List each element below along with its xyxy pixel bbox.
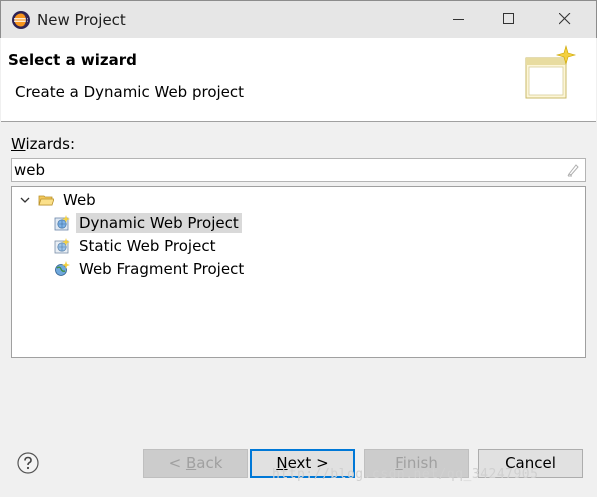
folder-open-icon <box>38 192 55 208</box>
back-button-label: ack <box>196 454 223 472</box>
back-button-prefix: < <box>168 454 186 472</box>
wizard-header: Select a wizard Create a Dynamic Web pro… <box>1 38 596 122</box>
page-title: Select a wizard <box>8 51 137 69</box>
wizards-label-text: izards: <box>25 135 76 153</box>
web-fragment-project-icon <box>54 261 70 277</box>
back-button[interactable]: < Back <box>143 449 248 478</box>
wizard-tree[interactable]: Web Dynamic Web Project Static Web Proje… <box>11 186 586 358</box>
maximize-icon <box>503 13 514 24</box>
wizards-label-mnemonic: W <box>11 135 26 153</box>
tree-item-dynamic-web-project[interactable]: Dynamic Web Project <box>54 212 242 234</box>
tree-node-web[interactable]: Web <box>18 189 99 211</box>
page-description: Create a Dynamic Web project <box>15 83 245 101</box>
filter-input[interactable] <box>14 160 554 180</box>
tree-node-label: Web <box>63 191 96 209</box>
title-bar: New Project <box>0 0 597 38</box>
dynamic-web-project-icon <box>54 215 70 231</box>
static-web-project-icon <box>54 238 70 254</box>
minimize-button[interactable] <box>436 1 482 38</box>
watermark: http://blog.csdn.net/qq_34247905 <box>272 467 539 482</box>
tree-item-label: Static Web Project <box>79 237 216 255</box>
clear-filter-icon[interactable] <box>565 162 581 178</box>
chevron-down-icon[interactable] <box>18 193 32 207</box>
close-icon <box>559 13 571 25</box>
help-icon[interactable] <box>17 452 39 474</box>
tree-item-label: Dynamic Web Project <box>76 213 242 233</box>
new-wizard-banner-icon <box>522 44 578 104</box>
window-title: New Project <box>37 11 126 29</box>
tree-item-web-fragment-project[interactable]: Web Fragment Project <box>54 258 247 280</box>
eclipse-icon <box>11 10 31 30</box>
wizards-label: Wizards: <box>11 135 75 153</box>
tree-item-label: Web Fragment Project <box>79 260 245 278</box>
tree-item-static-web-project[interactable]: Static Web Project <box>54 235 218 257</box>
close-button[interactable] <box>542 1 588 38</box>
minimize-icon <box>453 19 464 20</box>
back-button-mnemonic: B <box>185 454 197 472</box>
maximize-button[interactable] <box>486 1 532 38</box>
filter-box <box>11 158 586 182</box>
